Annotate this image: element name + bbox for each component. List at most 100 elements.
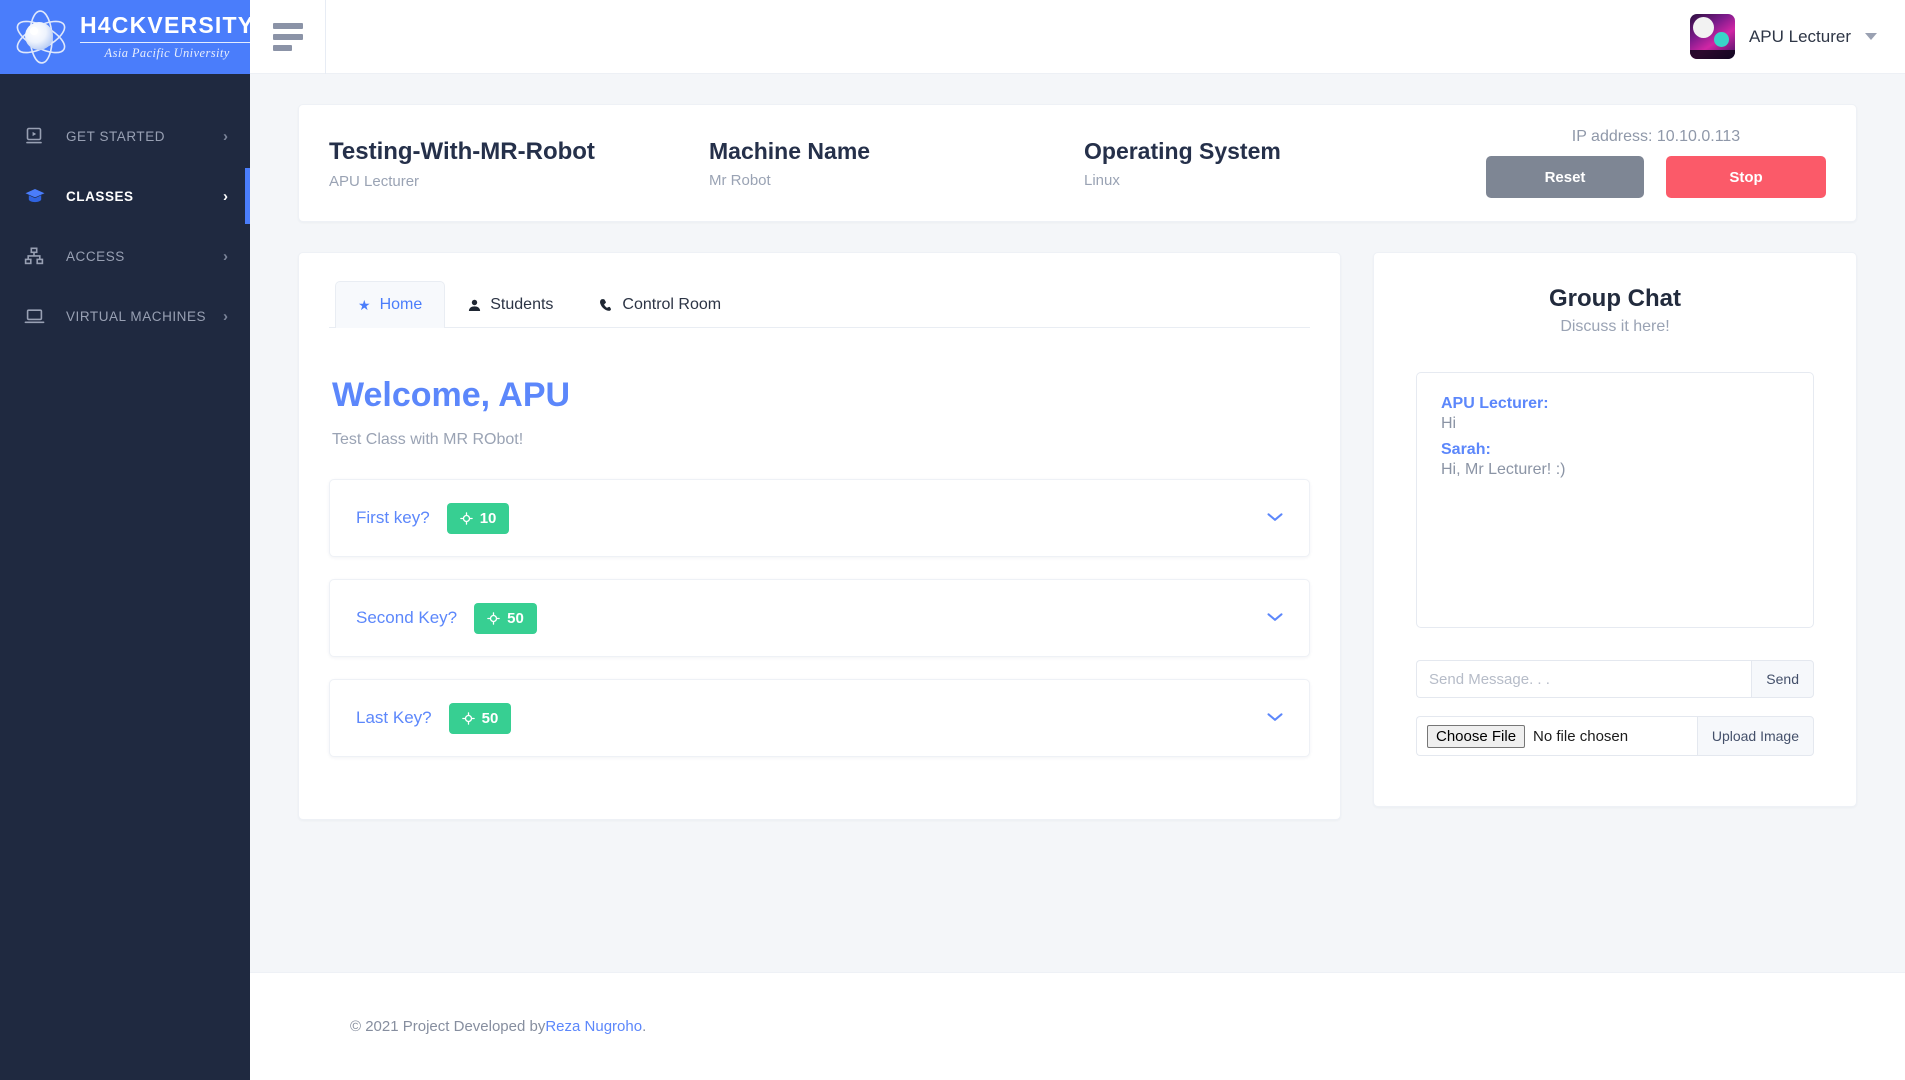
brand-text: H4CKVERSITY Asia Pacific University (80, 14, 250, 60)
points-badge: 50 (448, 702, 512, 734)
chat-author: APU Lecturer: (1441, 395, 1549, 412)
laptop-icon (24, 306, 52, 326)
machine-name-label: Machine Name (709, 138, 871, 165)
sidebar-item-label: ACCESS (66, 248, 125, 264)
footer-author-link[interactable]: Reza Nugroho (545, 1018, 642, 1035)
page-subtitle: Test Class with MR RObot! (332, 431, 524, 448)
tab-control-room[interactable]: Control Room (576, 281, 744, 328)
app-root: H4CKVERSITY Asia Pacific University GET … (0, 0, 1905, 1080)
user-name: APU Lecturer (1748, 26, 1851, 46)
tab-label: Control Room (622, 296, 722, 313)
brand-subtitle: Asia Pacific University (104, 46, 230, 61)
upload-image-button[interactable]: Upload Image (1696, 716, 1814, 756)
chevron-right-icon: › (223, 247, 228, 265)
top-bar: APU Lecturer (250, 0, 1905, 74)
operating-system-value: Linux (1084, 171, 1120, 189)
tab-students[interactable]: Students (445, 281, 576, 328)
star-icon: ★ (358, 297, 371, 313)
caret-down-icon[interactable] (1865, 33, 1877, 40)
points-value: 50 (481, 709, 499, 727)
machine-name-value: Mr Robot (709, 171, 771, 189)
user-menu[interactable]: APU Lecturer (1689, 14, 1877, 59)
crosshair-icon (461, 711, 475, 725)
avatar (1689, 14, 1735, 59)
class-owner: APU Lecturer (329, 172, 420, 190)
sidebar-item-get-started[interactable]: GET STARTED › (0, 106, 250, 166)
points-badge: 10 (446, 502, 510, 534)
stop-button[interactable]: Stop (1666, 156, 1826, 198)
operating-system-label: Operating System (1084, 138, 1281, 165)
question-label: Last Key? (356, 708, 432, 727)
sidebar-item-access[interactable]: ACCESS › (0, 226, 250, 286)
chevron-right-icon: › (223, 187, 228, 205)
sidebar-item-classes[interactable]: CLASSES › (0, 166, 250, 226)
points-value: 10 (479, 509, 497, 527)
chat-text: Hi, Mr Lecturer! :) (1441, 461, 1566, 478)
body-row: ★ Home Students Control Room Welcome, AP… (298, 252, 1857, 820)
content-area: Testing-With-MR-Robot APU Lecturer Machi… (250, 74, 1905, 972)
chat-author: Sarah: (1441, 441, 1491, 458)
machine-name-info: Machine Name Mr Robot (709, 137, 1084, 189)
file-status-label: No file chosen (1533, 727, 1629, 745)
crosshair-icon (487, 611, 500, 625)
class-name: Testing-With-MR-Robot (329, 137, 595, 165)
points-value: 50 (507, 609, 524, 627)
chat-messages[interactable]: APU Lecturer: Hi Sarah: Hi, Mr Lecturer!… (1416, 372, 1814, 628)
hamburger-bar (272, 44, 292, 51)
sitemap-icon (24, 246, 52, 266)
chat-text: Hi (1441, 415, 1457, 432)
tab-bar: ★ Home Students Control Room (329, 281, 1310, 328)
chevron-down-icon[interactable] (1267, 709, 1283, 727)
upload-group: Choose File No file chosen Upload Image (1416, 716, 1814, 756)
question-label: First key? (356, 508, 430, 527)
file-input[interactable]: Choose File No file chosen (1416, 716, 1697, 756)
chevron-down-icon[interactable] (1267, 609, 1283, 627)
chat-title: Group Chat (1549, 285, 1681, 312)
brand-divider (80, 42, 250, 44)
phone-icon (599, 298, 613, 312)
footer-text: © 2021 Project Developed by (350, 1018, 546, 1035)
accordion-item[interactable]: Last Key? 50 (329, 679, 1310, 757)
brand-header[interactable]: H4CKVERSITY Asia Pacific University (0, 0, 250, 74)
machine-actions: IP address: 10.10.0.113 Reset Stop (1486, 128, 1826, 198)
graduation-cap-icon (24, 186, 52, 206)
ip-address: IP address: 10.10.0.113 (1571, 128, 1741, 145)
points-badge: 50 (474, 602, 537, 634)
footer-period: . (642, 1018, 647, 1035)
message-input[interactable] (1416, 660, 1752, 698)
chat-subtitle: Discuss it here! (1560, 318, 1670, 335)
chat-message: APU Lecturer: Hi (1441, 395, 1789, 433)
operating-system-info: Operating System Linux (1084, 137, 1464, 189)
send-button[interactable]: Send (1751, 660, 1814, 698)
class-panel: ★ Home Students Control Room Welcome, AP… (298, 252, 1341, 820)
crosshair-icon (459, 511, 473, 525)
tab-home[interactable]: ★ Home (335, 281, 446, 328)
hamburger-bar (272, 33, 303, 40)
sidebar-item-label: VIRTUAL MACHINES (66, 308, 207, 324)
message-input-group: Send (1416, 660, 1814, 698)
chevron-right-icon: › (223, 307, 228, 325)
machine-button-row: Reset Stop (1486, 156, 1826, 198)
brand-title: H4CKVERSITY (80, 12, 250, 39)
chevron-down-icon[interactable] (1267, 509, 1283, 527)
class-info: Testing-With-MR-Robot APU Lecturer (329, 137, 709, 190)
video-play-monitor-icon (24, 126, 52, 146)
hamburger-bar (272, 22, 303, 29)
question-label: Second Key? (356, 608, 458, 627)
avatar-detail (1713, 32, 1729, 47)
avatar-detail (1689, 50, 1735, 59)
main-column: APU Lecturer Testing-With-MR-Robot APU L… (250, 0, 1905, 1080)
sidebar-nav: GET STARTED › CLASSES › ACCESS › VIRTUAL… (0, 74, 250, 346)
accordion-item[interactable]: First key? 10 (329, 479, 1310, 557)
accordion-item[interactable]: Second Key? 50 (329, 579, 1310, 657)
reset-button[interactable]: Reset (1486, 156, 1644, 198)
sidebar-item-virtual-machines[interactable]: VIRTUAL MACHINES › (0, 286, 250, 346)
sidebar: H4CKVERSITY Asia Pacific University GET … (0, 0, 250, 1080)
choose-file-button[interactable]: Choose File (1427, 724, 1526, 748)
tab-label: Home (379, 296, 423, 313)
atom-orbit-icon (12, 8, 70, 66)
machine-info-card: Testing-With-MR-Robot APU Lecturer Machi… (298, 104, 1857, 222)
chevron-right-icon: › (223, 127, 228, 145)
hamburger-icon[interactable] (250, 0, 326, 74)
user-icon (468, 299, 481, 312)
